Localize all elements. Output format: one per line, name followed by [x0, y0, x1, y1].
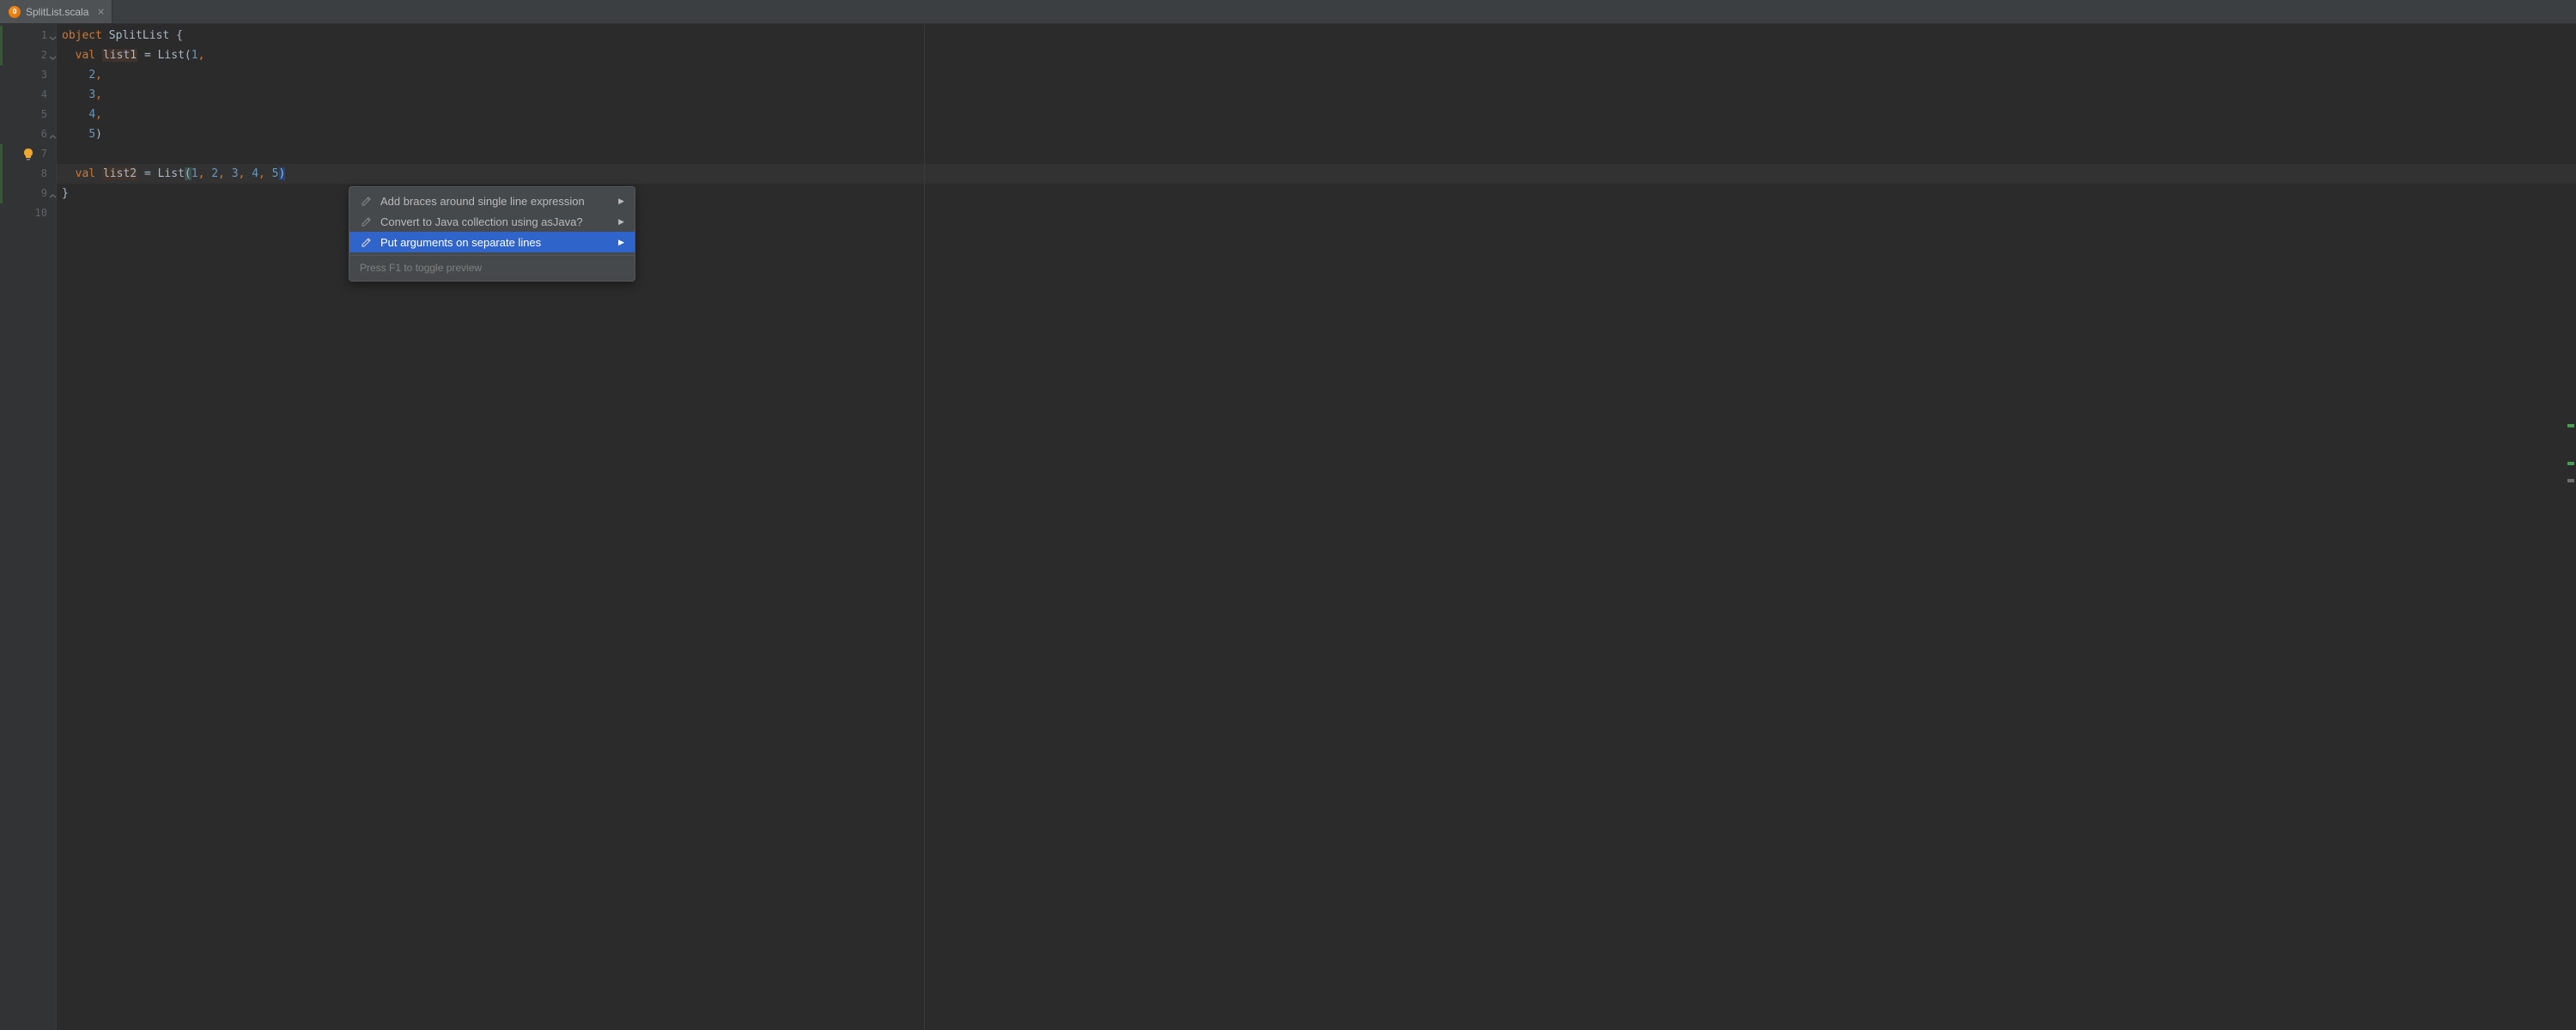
fold-collapse-icon[interactable] [48, 50, 57, 58]
menu-footer-hint: Press F1 to toggle preview [349, 258, 635, 277]
line-number: 4 [7, 85, 56, 105]
code-line: object SplitList { [57, 26, 2576, 45]
close-icon[interactable]: × [97, 5, 104, 19]
chevron-right-icon: ▶ [618, 238, 624, 247]
code-line-current: val list2 = List(1, 2, 3, 4, 5) [57, 164, 2576, 184]
tab-filename: SplitList.scala [26, 6, 88, 18]
scrollbar-track[interactable] [2566, 24, 2576, 1030]
scrollbar-marker [2567, 424, 2574, 427]
scala-file-icon: O [9, 6, 21, 18]
right-margin-guide [924, 24, 925, 1030]
menu-item-label: Add braces around single line expression [380, 195, 585, 208]
code-line: 5) [57, 124, 2576, 144]
menu-item-label: Put arguments on separate lines [380, 236, 541, 249]
line-number: 2 [7, 45, 56, 65]
code-line: val list1 = List(1, [57, 45, 2576, 65]
menu-divider [349, 255, 635, 256]
left-margin [0, 24, 7, 1030]
chevron-right-icon: ▶ [618, 217, 624, 227]
line-number: 7 [7, 144, 56, 164]
line-number: 5 [7, 105, 56, 124]
fold-expand-icon[interactable] [48, 188, 57, 197]
menu-item-convert-java[interactable]: Convert to Java collection using asJava?… [349, 211, 635, 232]
line-number: 3 [7, 65, 56, 85]
gutter: 1 2 3 4 5 6 7 8 9 [7, 24, 57, 1030]
scrollbar-marker [2567, 462, 2574, 465]
code-line: 2, [57, 65, 2576, 85]
menu-item-add-braces[interactable]: Add braces around single line expression… [349, 191, 635, 211]
line-number: 8 [7, 164, 56, 184]
line-number: 9 [7, 184, 56, 203]
tab-bar: O SplitList.scala × [0, 0, 2576, 24]
fold-expand-icon[interactable] [48, 129, 57, 137]
code-line [57, 144, 2576, 164]
scrollbar-marker [2567, 479, 2574, 482]
pencil-icon [360, 215, 374, 228]
line-number: 10 [7, 203, 56, 223]
pencil-icon [360, 194, 374, 208]
fold-collapse-icon[interactable] [48, 30, 57, 39]
line-number: 1 [7, 26, 56, 45]
chevron-right-icon: ▶ [618, 197, 624, 206]
editor-area: 1 2 3 4 5 6 7 8 9 [0, 24, 2576, 1030]
intention-bulb-icon[interactable] [23, 148, 33, 158]
pencil-icon [360, 235, 374, 249]
intention-actions-menu: Add braces around single line expression… [349, 186, 635, 282]
code-line: 4, [57, 105, 2576, 124]
editor-content[interactable]: object SplitList { val list1 = List(1, 2… [57, 24, 2576, 1030]
menu-item-put-arguments[interactable]: Put arguments on separate lines ▶ [349, 232, 635, 252]
menu-item-label: Convert to Java collection using asJava? [380, 215, 583, 228]
code-line: 3, [57, 85, 2576, 105]
line-number: 6 [7, 124, 56, 144]
file-tab[interactable]: O SplitList.scala × [0, 0, 112, 23]
